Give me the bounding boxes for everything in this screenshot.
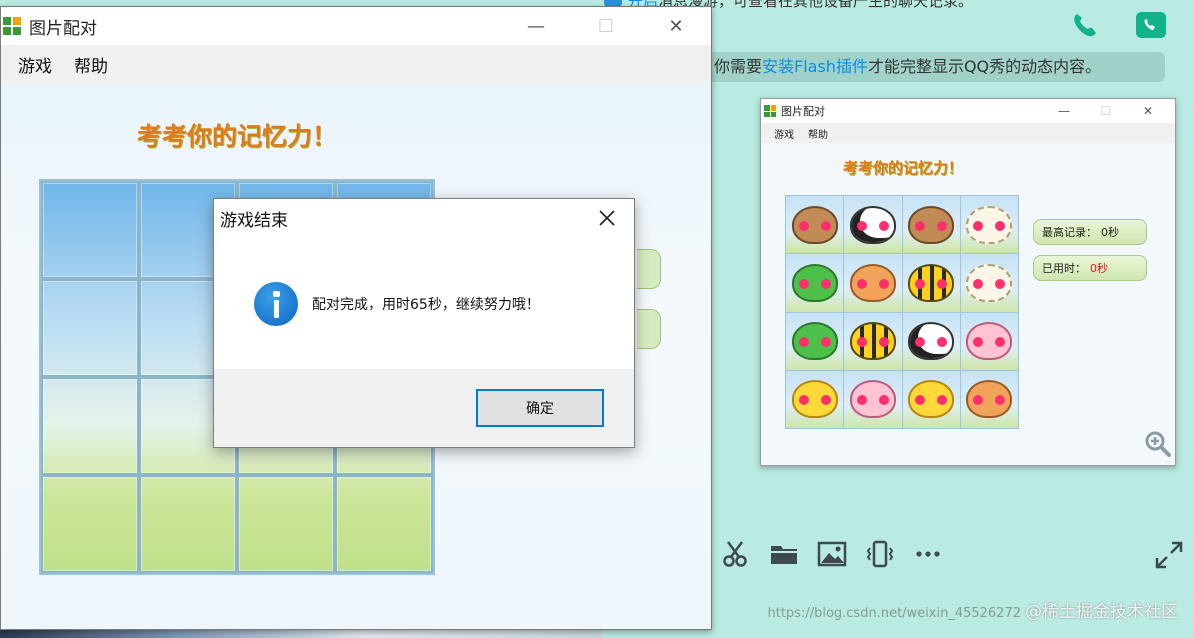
elapsed-time-label: 已用时： <box>1042 262 1086 275</box>
thumbnail-menu-help[interactable]: 帮助 <box>801 126 835 141</box>
watermark-brand: @稀土掘金技术社区 <box>1025 602 1178 622</box>
board-card[interactable] <box>41 377 139 475</box>
thumbnail-card[interactable] <box>786 196 844 254</box>
board-card[interactable] <box>41 279 139 377</box>
bee-icon <box>849 322 896 361</box>
cow-icon <box>849 205 896 244</box>
thumbnail-card[interactable] <box>786 370 844 428</box>
board-card[interactable] <box>41 181 139 279</box>
thumbnail-title: 图片配对 <box>781 105 825 118</box>
chick-icon <box>791 380 838 419</box>
thumbnail-card[interactable] <box>902 254 960 312</box>
scissors-icon[interactable] <box>712 534 760 574</box>
dialog-message: 配对完成，用时65秒，继续努力哦！ <box>312 297 540 313</box>
flash-notice-prefix: 你需要 <box>714 57 763 76</box>
sheep-icon <box>966 205 1013 244</box>
dog-icon <box>908 205 955 244</box>
bee-icon <box>908 263 955 302</box>
thumbnail-card[interactable] <box>844 370 902 428</box>
close-icon[interactable] <box>584 199 630 237</box>
thumbnail-menu-bar: 游戏 帮助 <box>761 123 1175 143</box>
flash-notice-suffix: 才能完整显示QQ秀的动态内容。 <box>867 57 1102 76</box>
thumbnail-card[interactable] <box>902 370 960 428</box>
elapsed-time-badge: 已用时： 0秒 <box>1033 255 1147 281</box>
thumbnail-game-window[interactable]: 图片配对 — ☐ ✕ 游戏 帮助 考考你的记忆力！ 最高记录： 0秒 已用时： 0秒 <box>760 98 1176 466</box>
thumbnail-card[interactable] <box>960 254 1018 312</box>
chick-icon <box>908 380 955 419</box>
zoom-in-icon[interactable] <box>1145 431 1171 457</box>
frog-icon <box>791 263 838 302</box>
dialog-title: 游戏结束 <box>220 210 288 231</box>
dialog-body: 配对完成，用时65秒，继续努力哦！ <box>214 237 634 369</box>
chat-input-toolbar <box>712 534 952 574</box>
flash-notice: 你需要安装Flash插件才能完整显示QQ秀的动态内容。 <box>705 52 1165 82</box>
cat-icon <box>849 263 896 302</box>
voice-call-icon[interactable] <box>1068 8 1102 42</box>
sheep-icon <box>966 263 1013 302</box>
ok-button[interactable]: 确定 <box>476 389 604 427</box>
game-over-dialog[interactable]: 游戏结束 配对完成，用时65秒，继续努力哦！ 确定 <box>213 198 635 448</box>
app-grid-icon <box>3 17 21 35</box>
watermark-url: https://blog.csdn.net/weixin_45526272 <box>767 606 1021 621</box>
app-grid-icon <box>764 105 776 117</box>
best-record-label: 最高记录： <box>1042 226 1097 239</box>
best-record-badge: 最高记录： 0秒 <box>1033 219 1147 245</box>
menu-help[interactable]: 帮助 <box>63 52 119 77</box>
thumbnail-card[interactable] <box>960 196 1018 254</box>
thumbnail-card[interactable] <box>960 370 1018 428</box>
thumbnail-card[interactable] <box>786 254 844 312</box>
thumbnail-card[interactable] <box>902 196 960 254</box>
frog-icon <box>791 322 838 361</box>
pig-icon <box>849 380 896 419</box>
game-title-bar[interactable]: 图片配对 — ☐ ✕ <box>1 7 711 45</box>
thumbnail-card[interactable] <box>786 312 844 370</box>
dog-icon <box>791 205 838 244</box>
more-icon[interactable] <box>904 534 952 574</box>
game-menu-bar: 游戏 帮助 <box>1 45 711 83</box>
menu-game[interactable]: 游戏 <box>7 52 63 77</box>
close-icon[interactable]: ✕ <box>641 7 711 45</box>
board-card[interactable] <box>41 475 139 573</box>
close-icon[interactable]: ✕ <box>1127 99 1169 123</box>
maximize-icon: ☐ <box>1100 104 1112 118</box>
best-record-value: 0秒 <box>1101 226 1119 239</box>
expand-icon[interactable] <box>1154 540 1184 570</box>
folder-icon[interactable] <box>760 534 808 574</box>
elapsed-tab-edge <box>637 309 661 349</box>
image-icon[interactable] <box>808 534 856 574</box>
game-window-title: 图片配对 <box>29 18 97 39</box>
thumbnail-board <box>785 195 1019 429</box>
thumbnail-card[interactable] <box>902 312 960 370</box>
thumbnail-heading: 考考你的记忆力！ <box>843 159 964 177</box>
minimize-icon[interactable]: — <box>1043 99 1085 123</box>
thumbnail-card[interactable] <box>844 196 902 254</box>
thumbnail-card[interactable] <box>844 312 902 370</box>
thumbnail-card[interactable] <box>844 254 902 312</box>
info-icon <box>254 282 298 326</box>
video-call-icon[interactable] <box>1134 8 1168 42</box>
install-flash-link[interactable]: 安装Flash插件 <box>762 57 868 76</box>
board-card[interactable] <box>237 475 335 573</box>
dialog-title-bar[interactable]: 游戏结束 <box>214 199 634 237</box>
board-card[interactable] <box>335 475 433 573</box>
maximize-icon: ☐ <box>597 15 615 37</box>
thumbnail-menu-game[interactable]: 游戏 <box>767 126 801 141</box>
best-record-tab-edge <box>637 249 661 289</box>
thumbnail-client-area: 考考你的记忆力！ 最高记录： 0秒 已用时： 0秒 <box>761 143 1175 465</box>
minimize-icon[interactable]: — <box>501 7 571 45</box>
cow-icon <box>908 322 955 361</box>
thumbnail-card[interactable] <box>960 312 1018 370</box>
game-heading: 考考你的记忆力！ <box>137 122 338 151</box>
watermark: https://blog.csdn.net/weixin_45526272 @稀土… <box>767 597 1178 622</box>
dialog-footer: 确定 <box>214 369 634 447</box>
board-card[interactable] <box>139 475 237 573</box>
shake-icon[interactable] <box>856 534 904 574</box>
cat-icon <box>966 380 1013 419</box>
thumbnail-title-bar: 图片配对 — ☐ ✕ <box>761 99 1175 123</box>
pig-icon <box>966 322 1013 361</box>
elapsed-time-value: 0秒 <box>1090 262 1108 275</box>
